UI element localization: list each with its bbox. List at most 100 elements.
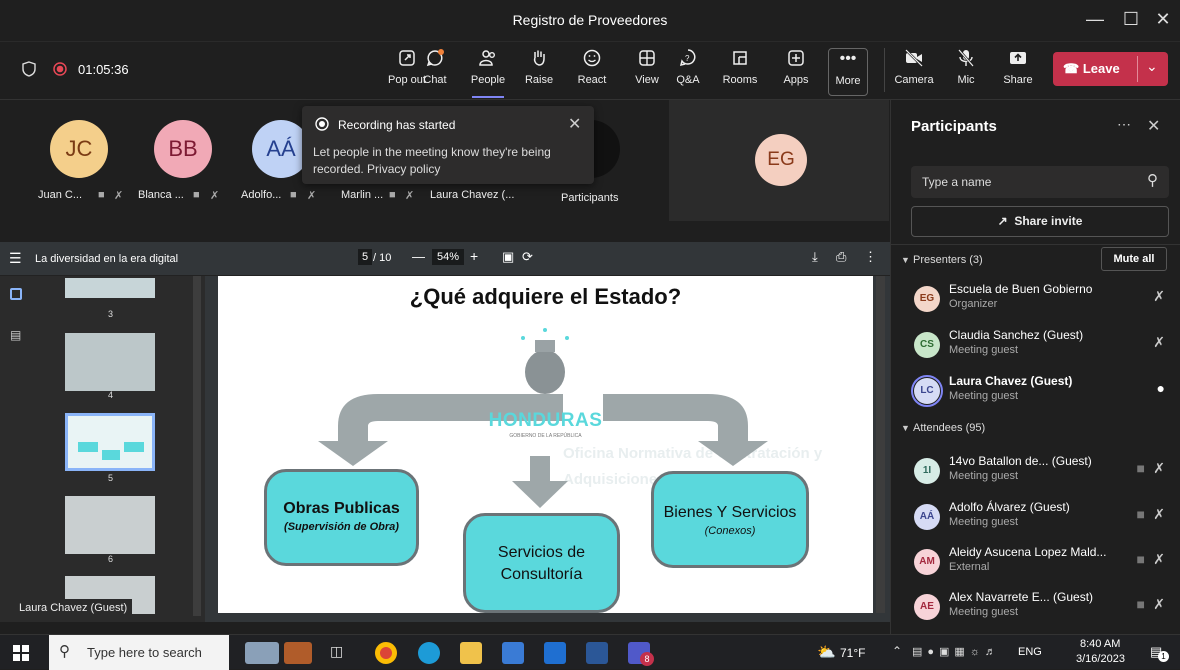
attendees-header[interactable]: Attendees (95) (913, 422, 985, 434)
more-vertical-icon[interactable]: ⋮ (864, 249, 877, 265)
teams-icon[interactable]: 8 (628, 642, 654, 666)
camera-button[interactable]: Camera (892, 48, 936, 96)
share-button[interactable]: Share (996, 48, 1040, 96)
participant-row[interactable]: LC Laura Chavez (Guest) Meeting guest ● (891, 372, 1180, 412)
minimize-button[interactable]: — (1084, 8, 1106, 30)
clock-time[interactable]: 8:40 AM (1080, 638, 1120, 650)
system-tray-icons[interactable]: ▤●▣▦☼♬ (912, 645, 1001, 658)
store-icon[interactable] (502, 642, 524, 664)
participant-search-input[interactable]: Type a name ⚲ (911, 166, 1169, 198)
camera-off-icon: ■ (1136, 460, 1145, 476)
download-icon[interactable]: ⤓ (812, 249, 818, 265)
clock-date[interactable]: 3/16/2023 (1076, 653, 1125, 665)
rooms-icon (718, 48, 762, 70)
thumbnails-icon[interactable] (10, 288, 22, 300)
participant-row[interactable]: CS Claudia Sanchez (Guest) Meeting guest… (891, 326, 1180, 366)
view-button[interactable]: View (625, 48, 669, 96)
windows-start-icon[interactable] (13, 645, 29, 661)
close-icon[interactable]: ✕ (1147, 116, 1160, 136)
fit-page-icon[interactable]: ▣ (502, 249, 514, 265)
chat-button[interactable]: Chat (413, 48, 457, 96)
avatar-bb[interactable]: BB (154, 120, 212, 178)
zoom-out-icon[interactable]: — (412, 249, 425, 264)
word-icon[interactable] (586, 642, 608, 664)
slide-box-consultoria: Servicios de Consultoría (463, 513, 620, 613)
participant-row[interactable]: AE Alex Navarrete E... (Guest) Meeting g… (891, 588, 1180, 628)
participant-row[interactable]: AÁ Adolfo Álvarez (Guest) Meeting guest … (891, 498, 1180, 538)
rotate-icon[interactable]: ⟳ (522, 249, 533, 265)
mute-all-button[interactable]: Mute all (1101, 247, 1167, 271)
outline-icon[interactable]: ▤ (10, 328, 21, 342)
phone-icon: ☎ (1063, 61, 1080, 76)
participant-role: Organizer (949, 298, 998, 310)
panel-divider (891, 244, 1180, 245)
participant-name: Escuela de Buen Gobierno (949, 282, 1093, 296)
leave-text: Leave (1082, 61, 1120, 76)
thumbnail-page-4[interactable] (65, 333, 155, 391)
chevron-down-icon[interactable]: ▼ (901, 255, 910, 265)
share-icon: ↗ (997, 214, 1008, 228)
participants-tile-label[interactable]: Participants (561, 192, 618, 204)
thumbnail-number: 4 (108, 390, 114, 400)
leave-button[interactable]: ☎ Leave ⌄ (1053, 52, 1168, 86)
search-highlight-icon[interactable] (245, 642, 279, 664)
chevron-up-icon[interactable]: ⌃ (892, 644, 902, 658)
task-view-icon[interactable]: ◫ (330, 643, 343, 660)
briefcase-icon[interactable] (284, 642, 312, 664)
weather-temp[interactable]: 71°F (840, 646, 865, 660)
slide-logo: HONDURAS (488, 410, 603, 431)
chevron-down-icon[interactable]: ▼ (901, 423, 910, 433)
mic-button[interactable]: Mic (944, 48, 988, 96)
file-explorer-icon[interactable] (460, 642, 482, 664)
notification-badge: 1 (1158, 651, 1169, 662)
thumbnail-page-5[interactable] (65, 413, 155, 471)
share-invite-button[interactable]: ↗ Share invite (911, 206, 1169, 237)
pdf-scrollbar[interactable] (876, 276, 885, 613)
more-icon: ••• (839, 50, 857, 67)
participant-role: Meeting guest (949, 344, 1019, 356)
more-button[interactable]: ••• More (828, 48, 868, 96)
participant-row[interactable]: 1I 14vo Batallon de... (Guest) Meeting g… (891, 452, 1180, 492)
participant-row[interactable]: EG Escuela de Buen Gobierno Organizer ✗ (891, 280, 1180, 320)
presenters-header[interactable]: Presenters (3) (913, 254, 983, 266)
print-icon[interactable]: ⎙ (836, 249, 846, 265)
qa-button[interactable]: ? Q&A (666, 48, 710, 96)
chevron-down-icon[interactable]: ⌄ (1146, 58, 1158, 75)
apps-button[interactable]: Apps (774, 48, 818, 96)
more-options-icon[interactable]: ⋯ (1117, 116, 1131, 133)
box-subtitle: (Conexos) (704, 525, 756, 537)
thumbnail-page-6[interactable] (65, 496, 155, 554)
participant-row[interactable]: AM Aleidy Asucena Lopez Mald... External… (891, 543, 1180, 583)
close-icon[interactable]: ✕ (568, 114, 581, 134)
edge-icon[interactable] (418, 642, 440, 664)
thumbnail-scrollbar[interactable] (193, 276, 201, 616)
camera-label: Camera (894, 74, 934, 86)
participant-role: Meeting guest (949, 606, 1019, 618)
camera-off-icon: ■ (1136, 551, 1145, 567)
taskbar-search-input[interactable]: ⚲ Type here to search (49, 635, 229, 670)
maximize-button[interactable]: ☐ (1120, 8, 1142, 30)
mail-icon[interactable] (544, 642, 566, 664)
slide-box-obras: Obras Publicas (Supervisión de Obra) (264, 469, 419, 566)
raise-hand-button[interactable]: Raise (517, 48, 561, 96)
page-input[interactable]: 5 (358, 249, 373, 265)
language-indicator[interactable]: ENG (1018, 646, 1042, 658)
avatar-jc[interactable]: JC (50, 120, 108, 178)
toast-title: Recording has started (338, 118, 456, 132)
panel-title: Participants (911, 118, 997, 135)
chrome-icon[interactable] (375, 642, 397, 664)
featured-video-tile[interactable]: EG (669, 100, 889, 221)
mic-label: Mic (957, 74, 975, 86)
view-label: View (635, 74, 659, 86)
weather-icon[interactable]: ⛅ (817, 643, 836, 661)
thumbnail-page-3[interactable] (65, 278, 155, 298)
zoom-in-icon[interactable]: + (470, 248, 478, 264)
close-button[interactable]: ✕ (1152, 8, 1174, 30)
recording-icon (53, 62, 67, 76)
react-button[interactable]: React (570, 48, 614, 96)
video-name-adolfo: Adolfo... (241, 189, 282, 201)
rooms-button[interactable]: Rooms (718, 48, 762, 96)
menu-icon[interactable]: ☰ (9, 250, 22, 267)
people-button[interactable]: People (466, 48, 510, 98)
zoom-level[interactable]: 54% (432, 249, 465, 265)
